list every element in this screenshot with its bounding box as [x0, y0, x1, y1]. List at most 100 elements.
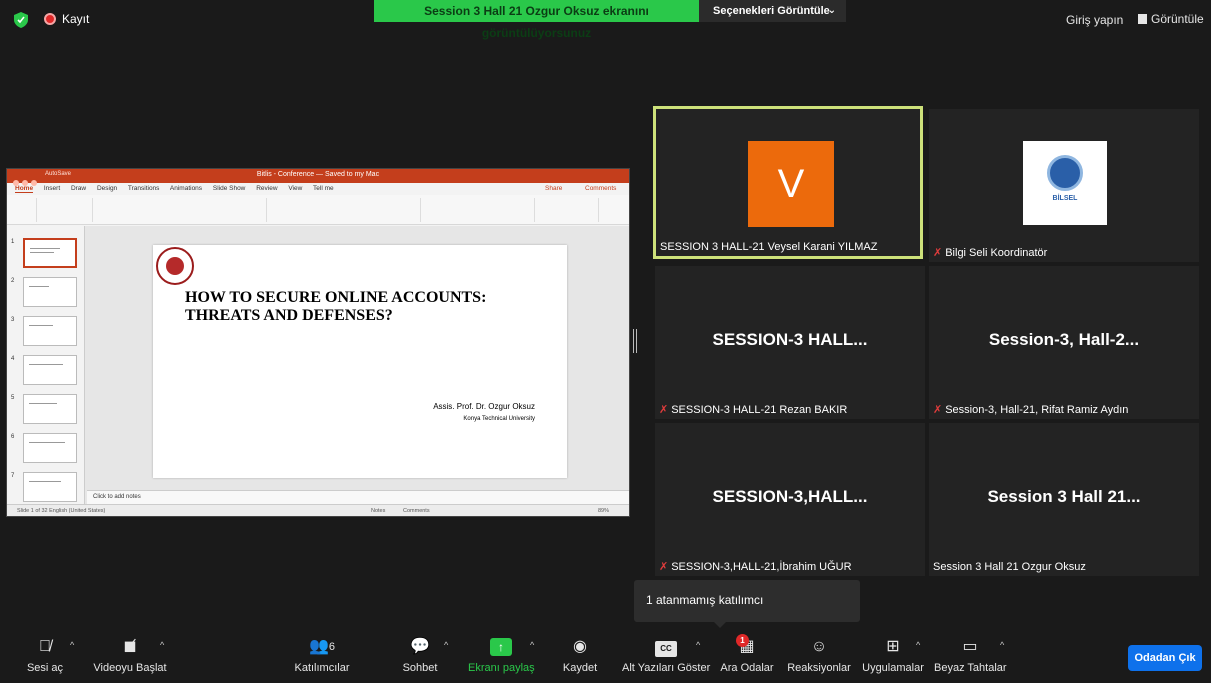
unmute-button[interactable]: 🎙̸ Sesi aç — [24, 636, 66, 674]
paragraph-group — [271, 198, 421, 222]
split-divider-handle[interactable] — [633, 329, 637, 353]
shared-screen[interactable]: AutoSave Bitlis - Conference — Saved to … — [6, 168, 630, 517]
view-options-button[interactable]: Seçenekleri Görüntüle ⌄ — [699, 0, 846, 22]
chevron-up-icon[interactable]: ^ — [530, 640, 534, 650]
ppt-comments-label: Comments — [585, 185, 617, 192]
participant-name: SESSION-3 HALL-21 Rezan BAKIR — [671, 404, 848, 416]
slide-thumbnail — [23, 355, 77, 385]
recording-icon — [44, 13, 56, 25]
whiteboard-icon: ▭ — [962, 638, 978, 655]
meeting-toolbar: 🎙̸ Sesi aç ^ ◼̸ Videoyu Başlat ^ 👥6 Katı… — [0, 632, 1211, 683]
ppt-titlebar: AutoSave Bitlis - Conference — Saved to … — [7, 169, 629, 186]
apps-label: Uygulamalar — [862, 662, 924, 674]
current-slide: HOW TO SECURE ONLINE ACCOUNTS: THREATS A… — [153, 245, 567, 478]
ppt-tab: Design — [96, 185, 118, 192]
participant-name: SESSION 3 HALL-21 Veysel Karani YILMAZ — [660, 241, 878, 253]
whiteboards-button[interactable]: ▭ Beyaz Tahtalar — [934, 636, 1007, 674]
thumb-number: 2 — [11, 278, 15, 284]
breakout-badge: 1 — [736, 634, 749, 647]
ppt-tab: Review — [256, 185, 278, 192]
signin-button[interactable]: Giriş yapın — [1066, 13, 1123, 27]
record-button[interactable]: ◉ Kaydet — [560, 636, 600, 674]
slide-university: Konya Technical University — [463, 416, 535, 422]
drawing-group — [425, 198, 535, 222]
unassigned-participants-tooltip: 1 atanmamış katılımcı — [634, 580, 860, 628]
university-logo — [156, 247, 194, 285]
security-shield-icon[interactable] — [14, 12, 28, 28]
participant-display-name: Session-3, Hall-2... — [988, 330, 1140, 349]
ppt-tab: Slide Show — [212, 185, 246, 192]
chevron-up-icon[interactable]: ^ — [1000, 640, 1004, 650]
tooltip-arrow — [714, 622, 726, 628]
participant-tile[interactable]: SESSION-3,HALL... ✗ SESSION-3,HALL-21,İbr… — [655, 423, 925, 576]
record-icon: ◉ — [573, 638, 587, 655]
participant-tile[interactable]: SESSION-3 HALL... ✗ SESSION-3 HALL-21 Rez… — [655, 266, 925, 419]
slide-thumbnails: 1 2 3 4 5 6 7 — [7, 226, 85, 504]
captions-label: Alt Yazıları Göster — [622, 662, 711, 674]
layout-icon — [1138, 14, 1147, 24]
slide-thumbnail — [23, 277, 77, 307]
participant-display-name: SESSION-3 HALL... — [712, 330, 868, 349]
ppt-statusbar: Slide 1 of 32 English (United States) No… — [7, 504, 629, 516]
paste-group — [11, 198, 37, 222]
share-screen-label: Ekranı paylaş — [468, 662, 535, 674]
participant-name: Session-3, Hall-21, Rifat Ramiz Aydın — [945, 404, 1129, 416]
avatar: V — [748, 141, 834, 227]
participant-tile[interactable]: V SESSION 3 HALL-21 Veysel Karani YILMAZ — [653, 106, 923, 259]
chevron-down-icon: ⌄ — [827, 5, 836, 16]
tooltip-text: 1 atanmamış katılımcı — [646, 593, 764, 607]
participant-display-name: SESSION-3,HALL... — [712, 487, 868, 506]
bilsel-logo-icon — [1047, 155, 1083, 191]
ppt-tab: Transitions — [127, 185, 160, 192]
participants-label: Katılımcılar — [294, 662, 350, 674]
participants-count: 6 — [328, 641, 336, 653]
mic-muted-icon: 🎙̸ — [39, 638, 51, 655]
chevron-up-icon[interactable]: ^ — [444, 640, 448, 650]
chevron-up-icon[interactable]: ^ — [916, 640, 920, 650]
ppt-body: 1 2 3 4 5 6 7 HOW TO SECURE ONLINE ACCOU… — [7, 226, 629, 504]
share-screen-button[interactable]: ↑ Ekranı paylaş — [468, 636, 535, 674]
reactions-button[interactable]: ☺ Reaksiyonlar — [786, 636, 852, 674]
chevron-up-icon[interactable]: ^ — [70, 640, 74, 650]
mic-muted-icon: ✗ — [659, 561, 669, 573]
ppt-document-title: Bitlis - Conference — Saved to my Mac — [256, 171, 380, 178]
ppt-tab: Animations — [169, 185, 203, 192]
ppt-tab: View — [288, 185, 303, 192]
status-notes: Notes — [371, 508, 386, 514]
participant-tile[interactable]: Session-3, Hall-2... ✗ Session-3, Hall-21… — [929, 266, 1199, 419]
mic-muted-icon: ✗ — [933, 247, 943, 259]
chevron-up-icon[interactable]: ^ — [696, 640, 700, 650]
breakout-rooms-button[interactable]: ▦ 1 Ara Odalar — [718, 634, 776, 674]
participant-tile[interactable]: BİLSEL ✗ Bilgi Seli Koordinatör — [929, 109, 1199, 262]
start-video-button[interactable]: ◼̸ Videoyu Başlat — [90, 636, 170, 674]
slide-thumbnail — [23, 394, 77, 424]
ppt-tab: Draw — [70, 185, 87, 192]
participant-tile[interactable]: Session 3 Hall 21... Session 3 Hall 21 O… — [929, 423, 1199, 576]
thumb-number: 6 — [11, 434, 15, 440]
participant-name-row: ✗ Bilgi Seli Koordinatör — [933, 246, 1047, 259]
share-screen-icon: ↑ — [468, 636, 534, 658]
ppt-ribbon — [7, 195, 629, 225]
participants-button[interactable]: 👥6 Katılımcılar — [288, 636, 356, 674]
slide-thumbnail — [23, 472, 77, 502]
thumb-number: 3 — [11, 317, 15, 323]
thumb-number: 7 — [11, 473, 15, 479]
participants-icon: 👥6 — [308, 638, 336, 655]
reactions-icon: ☺ — [810, 638, 828, 655]
record-label: Kaydet — [562, 662, 598, 674]
leave-meeting-button[interactable]: Odadan Çık — [1128, 645, 1202, 671]
slide-thumbnail — [23, 316, 77, 346]
view-button[interactable]: Görüntüle — [1138, 12, 1204, 26]
participant-name-row: ✗ SESSION-3,HALL-21,İbrahim UĞUR — [659, 560, 852, 573]
reactions-label: Reaksiyonlar — [787, 662, 851, 674]
chevron-up-icon[interactable]: ^ — [160, 640, 164, 650]
chat-button[interactable]: 💬 Sohbet — [398, 636, 442, 674]
slide-status: Slide 1 of 32 English (United States) — [17, 508, 106, 514]
participant-display-name: Session 3 Hall 21... — [987, 487, 1141, 506]
whiteboards-label: Beyaz Tahtalar — [934, 662, 1007, 674]
designer-group — [539, 198, 599, 222]
slides-group — [63, 198, 93, 222]
view-label: Görüntüle — [1151, 12, 1204, 26]
logo-text: BİLSEL — [1052, 195, 1078, 202]
slide-author: Assis. Prof. Dr. Ozgur Oksuz — [433, 402, 535, 411]
